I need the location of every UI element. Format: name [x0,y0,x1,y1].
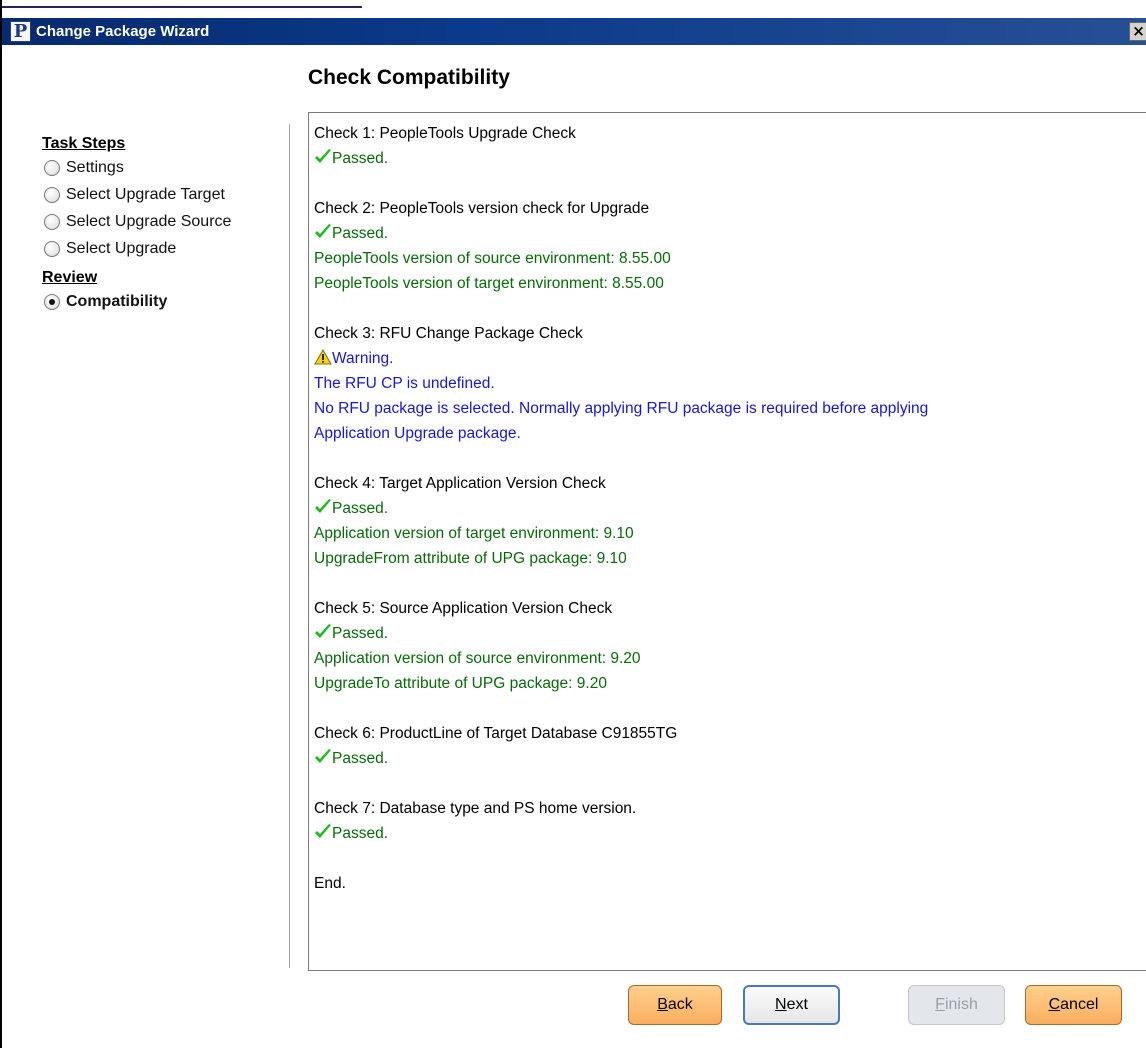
page-title: Check Compatibility [308,66,510,89]
step-select-upgrade-source[interactable]: Select Upgrade Source [42,208,282,235]
step-label: Settings [66,159,124,176]
window-title: Change Package Wizard [36,23,210,40]
status-text: Passed. [332,500,389,517]
mnemonic: N [775,996,787,1013]
check-detail: Application Upgrade package. [314,425,521,442]
step-select-upgrade-target[interactable]: Select Upgrade Target [42,181,282,208]
check-detail: Application version of target environmen… [314,525,634,542]
step-label: Select Upgrade Target [66,186,225,203]
check-status: Passed. [314,221,1146,246]
check-title: Check 4: Target Application Version Chec… [314,475,606,492]
check-detail: UpgradeTo attribute of UPG package: 9.20 [314,675,607,692]
radio-button[interactable] [44,160,60,176]
status-text: Passed. [332,825,389,842]
check-detail: The RFU CP is undefined. [314,375,495,392]
checkmark-icon [314,498,332,514]
radio-button[interactable] [44,241,60,257]
status-text: Warning. [332,350,394,367]
check-status: Warning. [314,346,1146,371]
check-status: Passed. [314,621,1146,646]
checkmark-icon [314,748,332,764]
end-marker: End. [314,875,346,892]
status-text: Passed. [332,150,389,167]
check-title: Check 1: PeopleTools Upgrade Check [314,125,576,142]
review-title: Review [42,269,98,286]
cancel-button[interactable]: Cancel [1025,985,1122,1025]
peoplesoft-app-icon: P [10,21,31,42]
back-button[interactable]: Back [628,985,722,1025]
step-label: Compatibility [66,293,168,310]
check-status: Passed. [314,146,1146,171]
radio-button-selected[interactable] [44,294,60,310]
button-label: ack [667,996,693,1013]
checkmark-icon [314,223,332,239]
check-title: Check 6: ProductLine of Target Database … [314,725,678,742]
check-detail: UpgradeFrom attribute of UPG package: 9.… [314,550,627,567]
next-button[interactable]: Next [743,985,840,1025]
check-detail: Application version of source environmen… [314,650,641,667]
step-label: Select Upgrade [66,240,177,257]
check-detail: PeopleTools version of source environmen… [314,250,671,267]
check-status: Passed. [314,746,1146,771]
status-text: Passed. [332,750,389,767]
check-title: Check 7: Database type and PS home versi… [314,800,637,817]
compatibility-results-area[interactable]: Check 1: PeopleTools Upgrade Check Passe… [308,112,1146,971]
radio-button[interactable] [44,187,60,203]
wizard-button-bar: Back Next Finish Cancel [2,985,1146,1029]
checkmark-icon [314,148,332,164]
task-steps-title: Task Steps [42,135,126,152]
title-bar[interactable]: P Change Package Wizard × [2,18,1146,45]
check-status: Passed. [314,496,1146,521]
button-label: ancel [1060,996,1099,1013]
top-edge [2,0,1146,18]
button-label: inish [944,996,978,1013]
step-compatibility[interactable]: Compatibility [42,288,282,315]
check-status: Passed. [314,821,1146,846]
step-settings[interactable]: Settings [42,154,282,181]
check-detail: PeopleTools version of target environmen… [314,275,664,292]
check-title: Check 2: PeopleTools version check for U… [314,200,650,217]
warning-icon [314,348,332,365]
check-detail: No RFU package is selected. Normally app… [314,400,929,417]
wizard-window: P Change Package Wizard × Check Compatib… [0,0,1146,1048]
radio-button[interactable] [44,214,60,230]
check-title: Check 5: Source Application Version Chec… [314,600,613,617]
task-steps-panel: Task Steps Settings Select Upgrade Targe… [42,134,282,315]
status-text: Passed. [332,225,389,242]
check-title: Check 3: RFU Change Package Check [314,325,583,342]
finish-button[interactable]: Finish [908,985,1005,1025]
close-button[interactable]: × [1129,22,1146,41]
mnemonic: C [1048,996,1061,1013]
top-edge-strip [2,6,362,8]
panel-divider [289,124,290,968]
status-text: Passed. [332,625,389,642]
button-label: ext [786,996,808,1013]
checkmark-icon [314,623,332,639]
mnemonic: B [657,996,668,1013]
step-label: Select Upgrade Source [66,213,232,230]
step-select-upgrade[interactable]: Select Upgrade [42,235,282,262]
checkmark-icon [314,823,332,839]
mnemonic: F [935,996,945,1013]
